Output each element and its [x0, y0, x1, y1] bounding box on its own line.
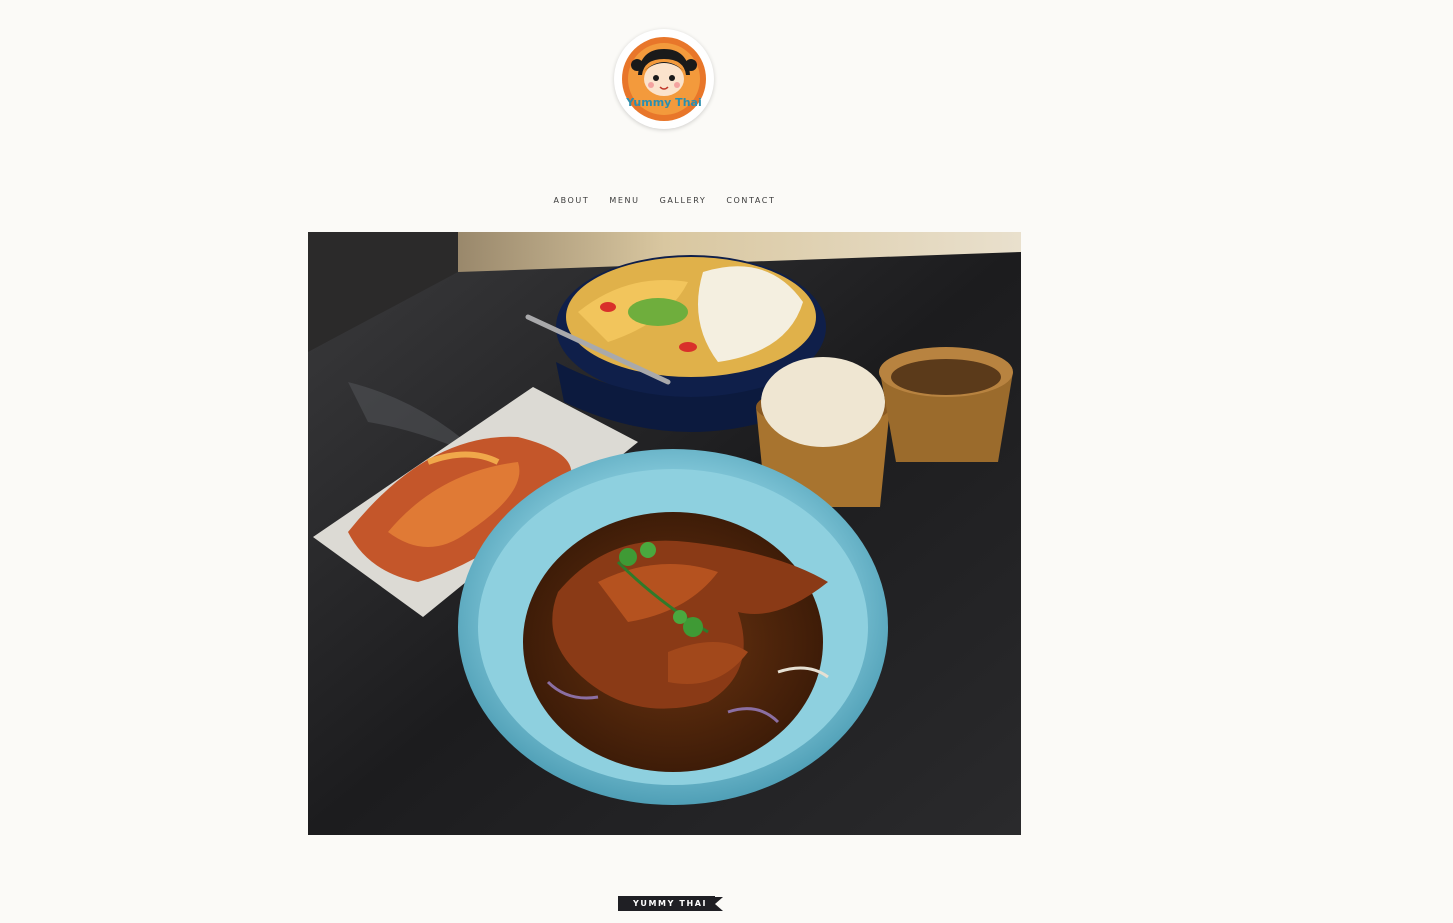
- hero-image: [308, 232, 1021, 835]
- site-logo[interactable]: Yummy Thai: [614, 29, 714, 129]
- main-nav: ABOUT MENU GALLERY CONTACT: [0, 195, 1329, 207]
- nav-item-gallery[interactable]: GALLERY: [650, 195, 717, 207]
- nav-item-about[interactable]: ABOUT: [544, 195, 600, 207]
- brand-tag-tail: [715, 896, 724, 911]
- brand-tag: YUMMY THAI: [618, 896, 724, 911]
- brand-tag-label: YUMMY THAI: [618, 896, 716, 911]
- nav-item-contact[interactable]: CONTACT: [716, 195, 785, 207]
- page: Yummy Thai ABOUT MENU GALLERY CONTACT YU…: [0, 0, 1453, 923]
- logo-wordmark: Yummy Thai: [625, 96, 701, 109]
- nav-item-menu[interactable]: MENU: [599, 195, 649, 207]
